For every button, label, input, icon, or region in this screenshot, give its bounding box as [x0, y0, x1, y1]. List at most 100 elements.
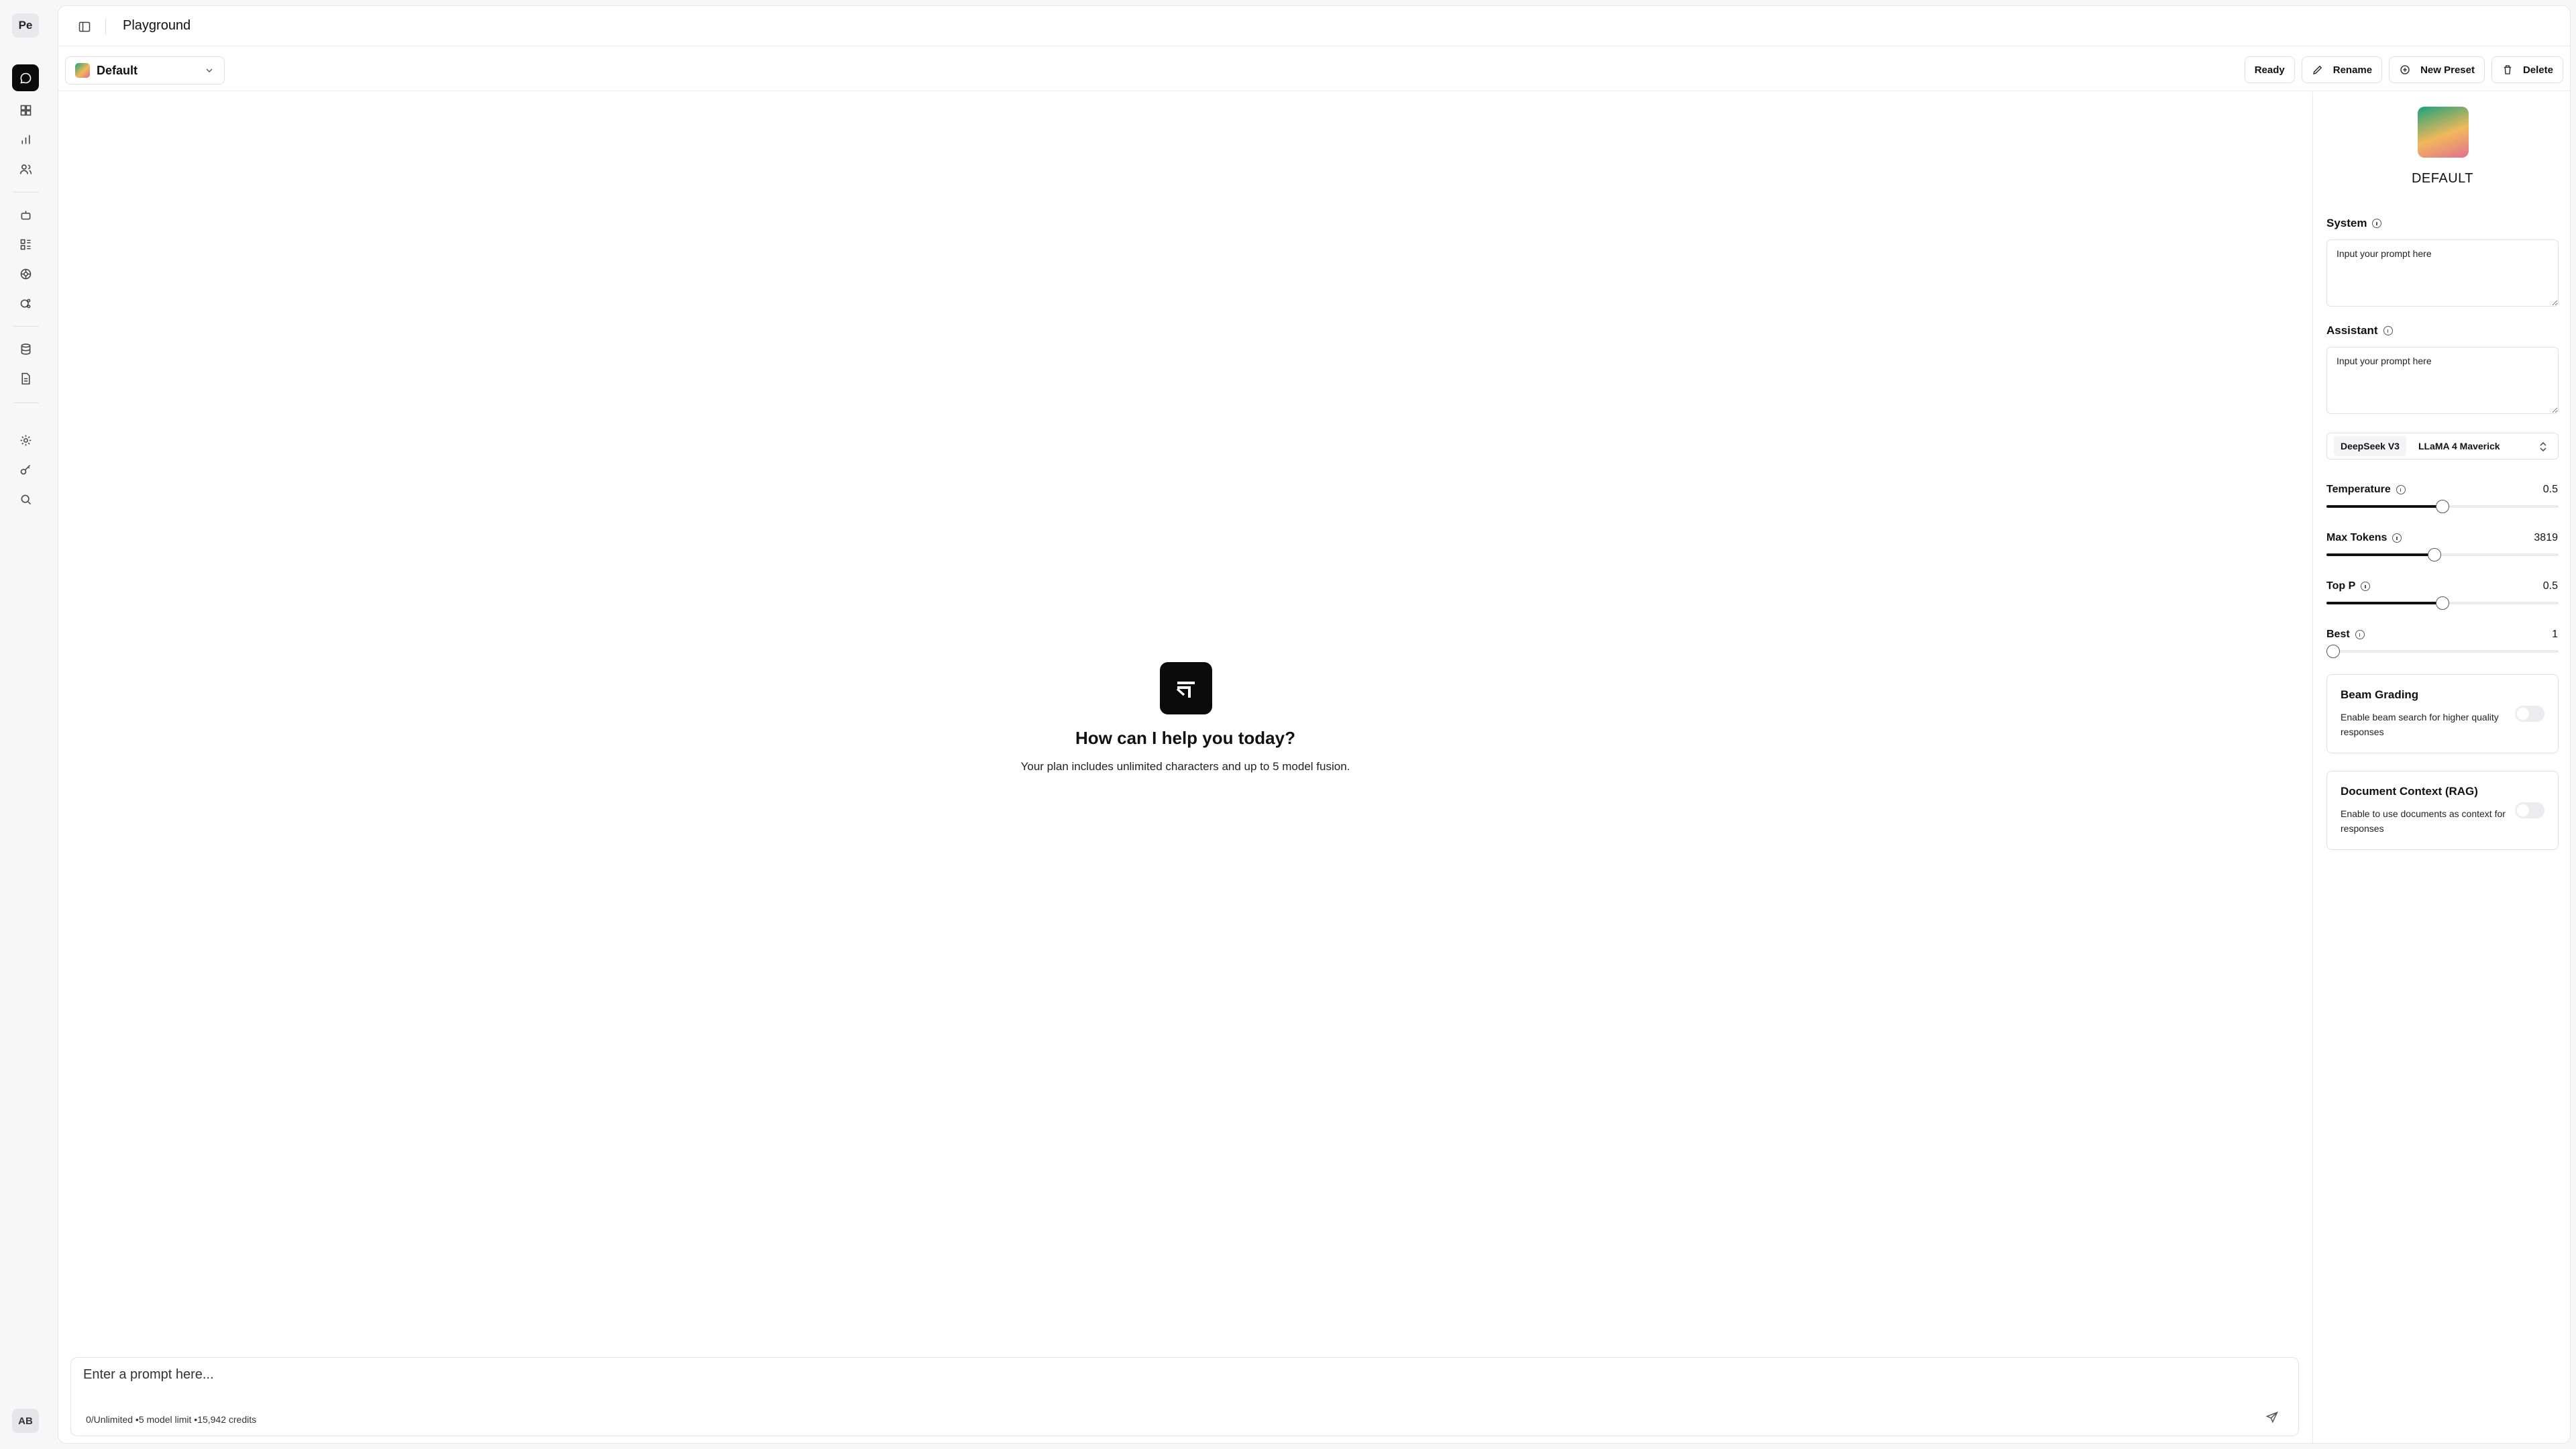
- preset-name: DEFAULT: [2411, 171, 2474, 186]
- delete-button[interactable]: Delete: [2491, 56, 2563, 83]
- top-p-label-text: Top P: [2326, 580, 2356, 592]
- slider-thumb[interactable]: [2436, 500, 2449, 513]
- rag-desc: Enable to use documents as context for r…: [2341, 808, 2506, 834]
- chevron-down-icon: [204, 65, 215, 76]
- apps-icon[interactable]: [12, 231, 39, 258]
- key-icon[interactable]: [12, 456, 39, 483]
- chat-icon[interactable]: [12, 64, 39, 91]
- info-icon[interactable]: [2372, 219, 2382, 228]
- best-slider[interactable]: [2326, 645, 2559, 658]
- search-icon[interactable]: [12, 486, 39, 513]
- system-label: System: [2326, 217, 2382, 230]
- database-icon[interactable]: [12, 335, 39, 362]
- rag-toggle[interactable]: [2515, 802, 2544, 818]
- system-prompt-input[interactable]: [2326, 239, 2559, 307]
- settings-panel: DEFAULT System Assistant DeepSeek V3 LLa…: [2312, 92, 2570, 1443]
- new-preset-button-label: New Preset: [2420, 64, 2475, 76]
- info-icon[interactable]: [2361, 582, 2371, 591]
- left-rail: Pe AB: [0, 0, 52, 1449]
- model-selector[interactable]: DeepSeek V3 LLaMA 4 Maverick: [2326, 433, 2559, 460]
- sidebar-toggle-button[interactable]: [74, 17, 95, 37]
- top-p-slider[interactable]: [2326, 596, 2559, 610]
- info-icon[interactable]: [2392, 533, 2402, 543]
- top-p-value: 0.5: [2542, 580, 2558, 592]
- usage-meta: 0/Unlimited •5 model limit •15,942 credi…: [86, 1414, 257, 1425]
- slider-thumb[interactable]: [2436, 596, 2449, 610]
- assistant-prompt-input[interactable]: [2326, 347, 2559, 414]
- pencil-icon: [2312, 65, 2322, 74]
- top-bar: Playground: [58, 6, 2570, 46]
- users-icon[interactable]: [12, 156, 39, 182]
- welcome-subtitle: Your plan includes unlimited characters …: [1020, 760, 1350, 773]
- page-title: Playground: [123, 18, 191, 33]
- assistant-logo-icon: [1160, 662, 1212, 714]
- prompt-input[interactable]: Enter a prompt here...: [83, 1367, 214, 1383]
- slider-fill: [2326, 505, 2443, 508]
- best-label: Best: [2326, 629, 2365, 641]
- rag-card: Document Context (RAG) Enable to use doc…: [2326, 771, 2559, 850]
- user-avatar[interactable]: AB: [12, 1409, 39, 1433]
- rename-button-label: Rename: [2332, 64, 2373, 76]
- max-tokens-label: Max Tokens: [2326, 532, 2402, 544]
- preset-toolbar: Default Ready Rename New Preset Delete: [58, 47, 2570, 91]
- sidebar-toggle-icon: [78, 21, 91, 32]
- best-value: 1: [2552, 629, 2558, 640]
- max-tokens-slider[interactable]: [2326, 548, 2559, 561]
- model-chip[interactable]: LLaMA 4 Maverick: [2412, 436, 2507, 456]
- rail-divider: [13, 192, 39, 193]
- info-icon[interactable]: [2383, 326, 2393, 335]
- bot-icon[interactable]: [12, 201, 39, 228]
- rail-divider: [13, 326, 39, 327]
- top-p-label: Top P: [2326, 580, 2371, 592]
- temperature-slider[interactable]: [2326, 500, 2559, 513]
- preset-swatch: [75, 63, 90, 78]
- settings-icon[interactable]: [12, 427, 39, 453]
- preset-select[interactable]: Default: [65, 56, 225, 85]
- preset-actions: Ready Rename New Preset Delete: [2244, 56, 2563, 83]
- delete-button-label: Delete: [2522, 64, 2553, 76]
- best-label-text: Best: [2326, 629, 2350, 640]
- app: Pe AB Playground Default Ready Rename Ne…: [0, 0, 2576, 1449]
- slider-thumb[interactable]: [2428, 548, 2442, 561]
- prompt-composer[interactable]: Enter a prompt here... 0/Unlimited •5 mo…: [70, 1357, 2299, 1436]
- status-button[interactable]: Ready: [2244, 56, 2295, 83]
- header-divider: [105, 18, 106, 34]
- workspace-logo[interactable]: Pe: [12, 13, 39, 38]
- rag-title: Document Context (RAG): [2341, 785, 2478, 798]
- max-tokens-label-text: Max Tokens: [2326, 532, 2387, 543]
- preset-select-label: Default: [97, 63, 138, 77]
- model-chip[interactable]: DeepSeek V3: [2334, 436, 2406, 456]
- trash-icon: [2504, 65, 2512, 74]
- analytics-icon[interactable]: [12, 126, 39, 153]
- document-icon[interactable]: [12, 365, 39, 392]
- info-icon[interactable]: [2355, 630, 2365, 639]
- rail-divider: [13, 402, 39, 403]
- models-icon[interactable]: [12, 260, 39, 287]
- temperature-value: 0.5: [2542, 484, 2558, 495]
- send-icon: [2265, 1411, 2278, 1424]
- rename-button[interactable]: Rename: [2301, 56, 2383, 83]
- welcome-title: How can I help you today?: [1075, 728, 1295, 748]
- new-preset-button[interactable]: New Preset: [2389, 56, 2485, 83]
- system-label-text: System: [2326, 217, 2367, 229]
- beam-grading-desc: Enable beam search for higher quality re…: [2341, 712, 2499, 737]
- beam-grading-card: Beam Grading Enable beam search for high…: [2326, 674, 2559, 753]
- assistant-label-text: Assistant: [2326, 324, 2378, 337]
- temperature-label: Temperature: [2326, 484, 2406, 496]
- main-panel: Playground Default Ready Rename New Pres…: [58, 5, 2571, 1444]
- slider-fill: [2326, 602, 2443, 604]
- chat-area: How can I help you today? Your plan incl…: [58, 92, 2312, 1443]
- dashboard-icon[interactable]: [12, 97, 39, 123]
- info-icon[interactable]: [2396, 485, 2406, 494]
- plus-circle-icon: [2400, 65, 2410, 74]
- beam-grading-title: Beam Grading: [2341, 688, 2419, 701]
- max-tokens-value: 3819: [2534, 532, 2558, 543]
- chevron-up-down-icon: [2539, 441, 2547, 452]
- preset-avatar: [2418, 107, 2469, 158]
- send-button[interactable]: [2262, 1407, 2282, 1428]
- experiments-icon[interactable]: [12, 290, 39, 317]
- temperature-label-text: Temperature: [2326, 484, 2391, 495]
- slider-fill: [2326, 553, 2435, 556]
- beam-grading-toggle[interactable]: [2515, 706, 2544, 722]
- slider-thumb[interactable]: [2326, 645, 2340, 658]
